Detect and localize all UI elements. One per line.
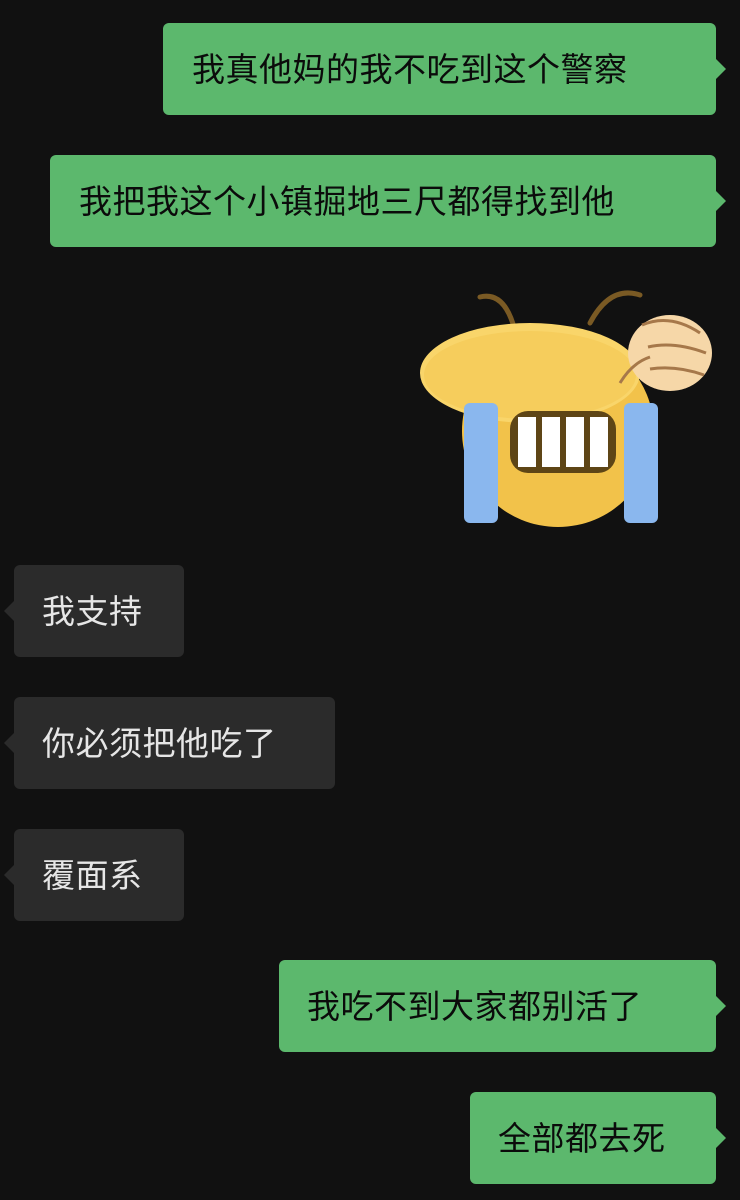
message-text: 我吃不到大家都别活了	[307, 986, 642, 1026]
message-text: 全部都去死	[498, 1118, 666, 1158]
incoming-message[interactable]: 你必须把他吃了	[14, 697, 335, 789]
outgoing-message[interactable]: 我真他妈的我不吃到这个警察	[163, 23, 716, 115]
message-text: 我支持	[42, 591, 143, 631]
incoming-message[interactable]: 覆面系	[14, 829, 184, 921]
crying-laughing-salute-emoji-icon	[420, 290, 712, 527]
outgoing-message[interactable]: 全部都去死	[470, 1092, 716, 1184]
message-text: 覆面系	[42, 855, 143, 895]
message-text: 你必须把他吃了	[42, 723, 277, 763]
sticker-message[interactable]	[420, 283, 716, 529]
outgoing-message[interactable]: 我吃不到大家都别活了	[279, 960, 716, 1052]
outgoing-message[interactable]: 我把我这个小镇掘地三尺都得找到他	[50, 155, 716, 247]
message-text: 我把我这个小镇掘地三尺都得找到他	[79, 181, 615, 221]
message-text: 我真他妈的我不吃到这个警察	[192, 49, 628, 89]
incoming-message[interactable]: 我支持	[14, 565, 184, 657]
